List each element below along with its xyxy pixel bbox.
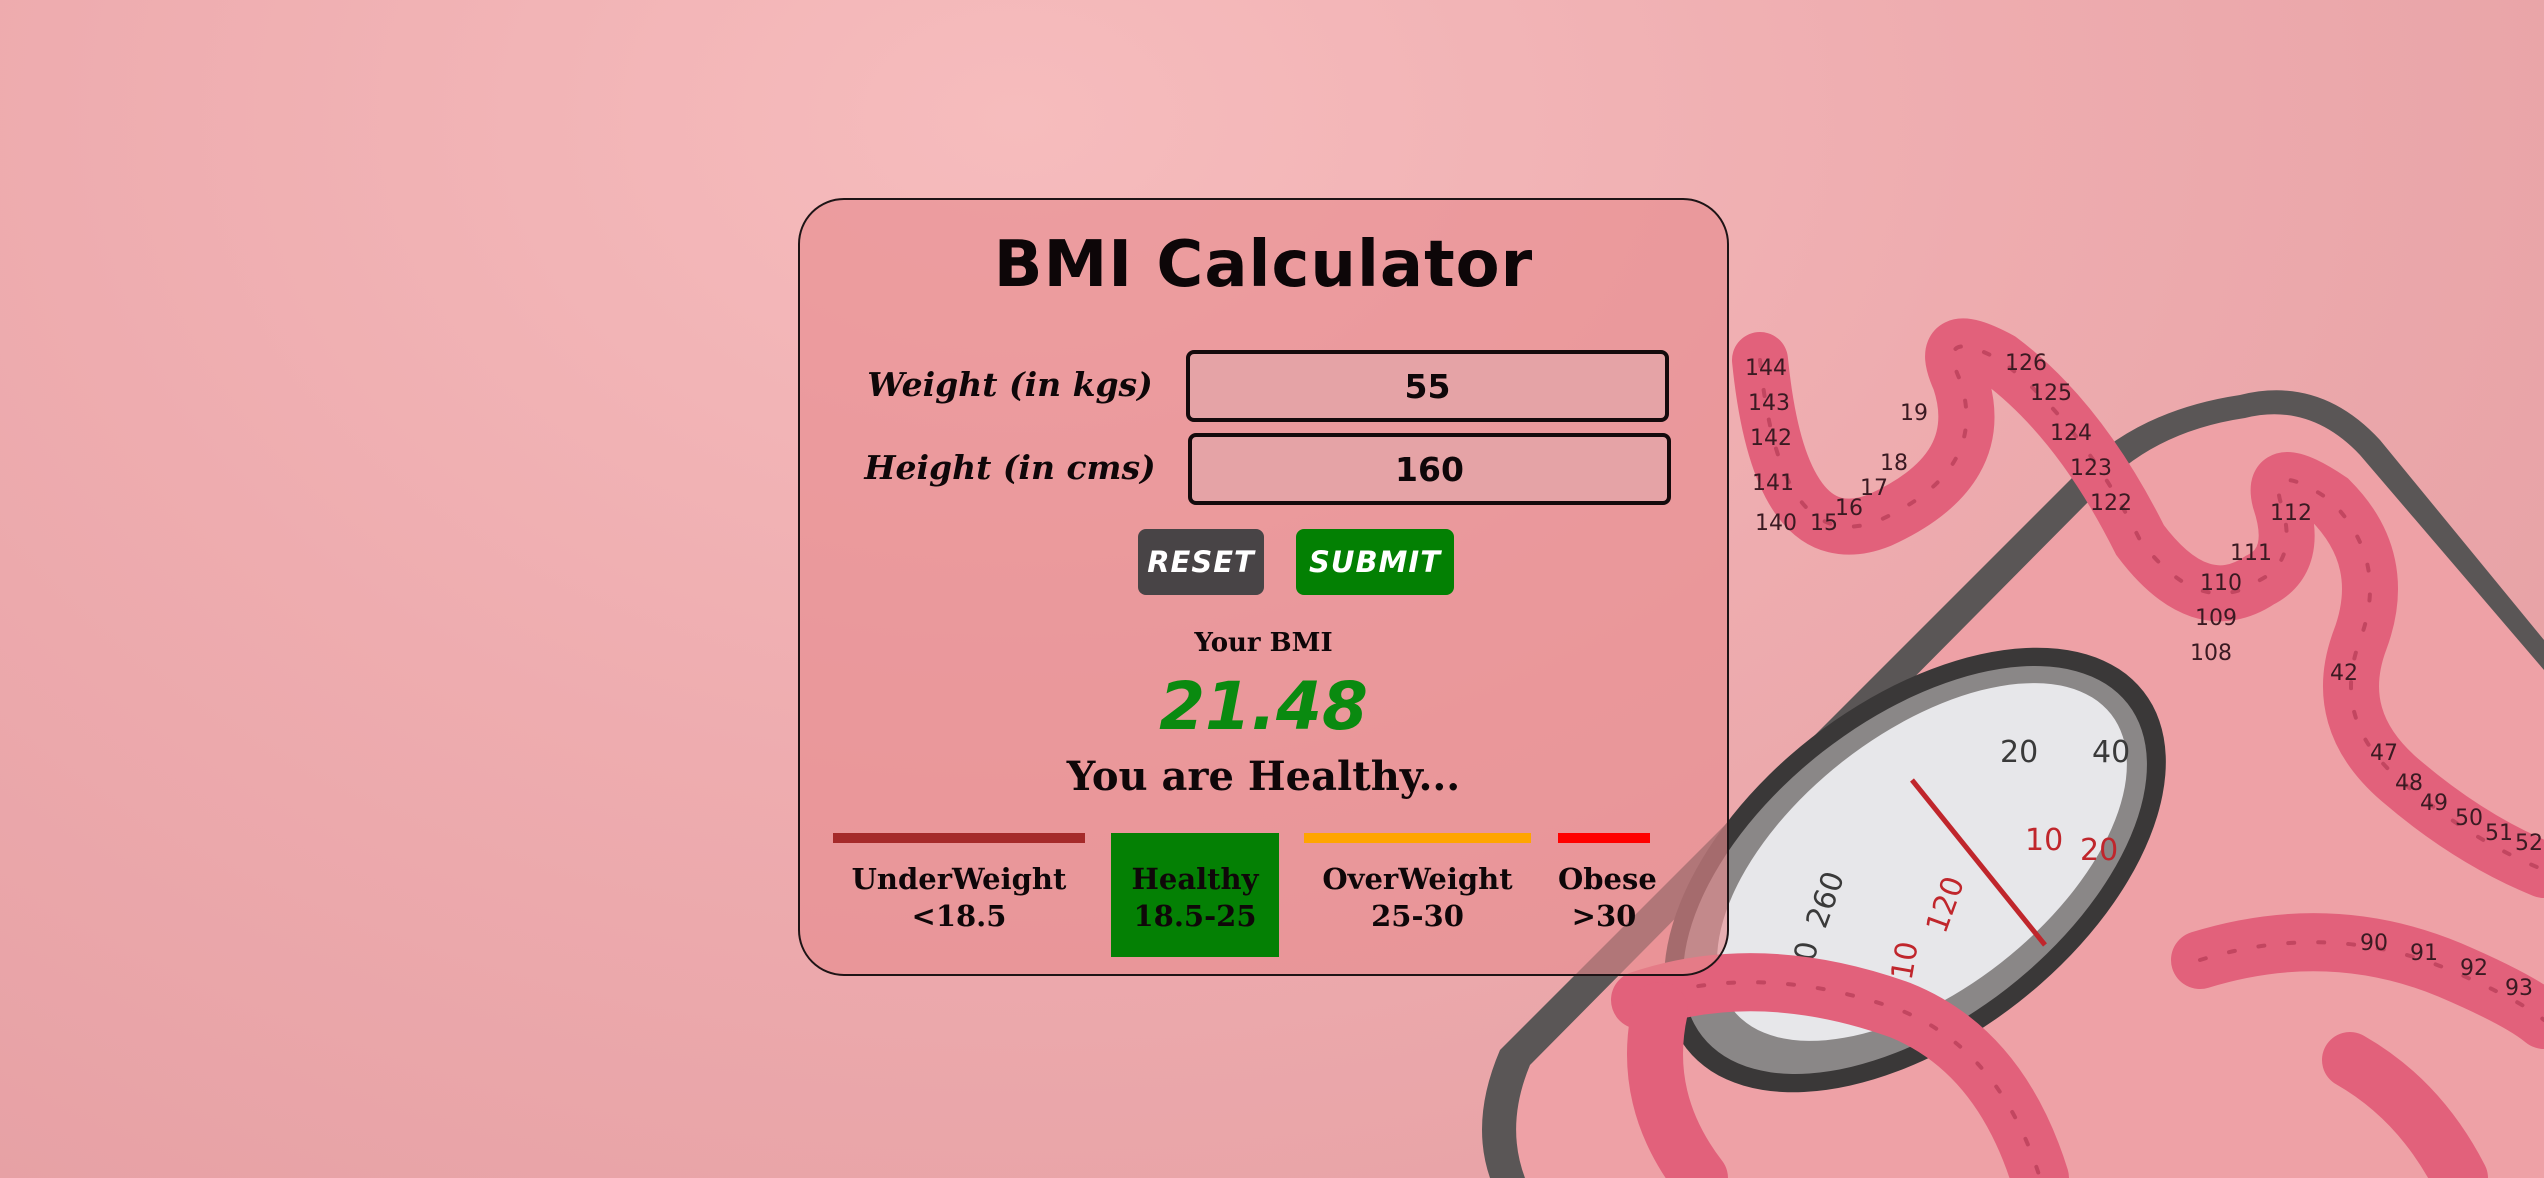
svg-text:91: 91 [2410, 941, 2438, 966]
weight-label: Weight (in kgs) [867, 365, 1153, 404]
svg-text:52: 52 [2515, 831, 2543, 856]
svg-text:112: 112 [2270, 501, 2312, 526]
bmi-value: 21.48 [1159, 668, 1368, 745]
category-range: 25-30 [1371, 899, 1464, 933]
svg-text:110: 110 [2200, 571, 2242, 596]
svg-text:143: 143 [1748, 391, 1790, 416]
height-label: Height (in cms) [864, 448, 1156, 487]
svg-text:50: 50 [2455, 806, 2483, 831]
svg-text:123: 123 [2070, 456, 2112, 481]
bmi-result-message: You are Healthy... [1066, 753, 1461, 800]
category-underweight: UnderWeight <18.5 [833, 833, 1085, 935]
svg-text:108: 108 [2190, 641, 2232, 666]
svg-text:92: 92 [2460, 956, 2488, 981]
category-obese: Obese >30 [1558, 833, 1657, 935]
category-range: 18.5-25 [1133, 899, 1257, 933]
svg-text:49: 49 [2420, 791, 2448, 816]
svg-text:20: 20 [2000, 735, 2038, 770]
svg-text:109: 109 [2195, 606, 2237, 631]
svg-text:16: 16 [1835, 496, 1863, 521]
svg-text:90: 90 [2360, 931, 2388, 956]
svg-text:15: 15 [1810, 511, 1838, 536]
category-healthy-active: Healthy 18.5-25 [1111, 833, 1279, 957]
svg-text:144: 144 [1745, 356, 1787, 381]
svg-text:20: 20 [2080, 833, 2118, 868]
category-name: Healthy [1131, 862, 1259, 896]
category-name: UnderWeight [851, 862, 1067, 896]
svg-text:111: 111 [2230, 541, 2272, 566]
svg-text:18: 18 [1880, 451, 1908, 476]
svg-text:51: 51 [2485, 821, 2513, 846]
svg-text:142: 142 [1750, 426, 1792, 451]
bmi-calculator-card: BMI Calculator Weight (in kgs) Height (i… [798, 198, 1729, 976]
svg-text:48: 48 [2395, 771, 2423, 796]
your-bmi-label: Your BMI [1194, 628, 1333, 658]
svg-text:93: 93 [2505, 976, 2533, 1001]
svg-text:47: 47 [2370, 741, 2398, 766]
app-title: BMI Calculator [993, 228, 1534, 302]
weight-input[interactable] [1186, 350, 1669, 422]
category-name: Obese [1558, 862, 1657, 896]
svg-text:122: 122 [2090, 491, 2132, 516]
obese-color-bar [1558, 833, 1650, 843]
svg-text:17: 17 [1860, 476, 1888, 501]
svg-text:40: 40 [2092, 735, 2130, 770]
category-range: <18.5 [911, 899, 1007, 933]
submit-button[interactable]: SUBMIT [1296, 529, 1454, 595]
height-input[interactable] [1188, 433, 1671, 505]
reset-button[interactable]: RESET [1138, 529, 1264, 595]
svg-text:141: 141 [1752, 471, 1794, 496]
svg-text:126: 126 [2005, 351, 2047, 376]
svg-text:140: 140 [1755, 511, 1797, 536]
svg-text:125: 125 [2030, 381, 2072, 406]
svg-text:19: 19 [1900, 401, 1928, 426]
category-name: OverWeight [1322, 862, 1513, 896]
svg-text:10: 10 [2025, 823, 2063, 858]
overweight-color-bar [1304, 833, 1531, 843]
svg-text:124: 124 [2050, 421, 2092, 446]
category-range: >30 [1571, 899, 1637, 933]
svg-text:42: 42 [2330, 661, 2358, 686]
category-overweight: OverWeight 25-30 [1304, 833, 1531, 935]
underweight-color-bar [833, 833, 1085, 843]
